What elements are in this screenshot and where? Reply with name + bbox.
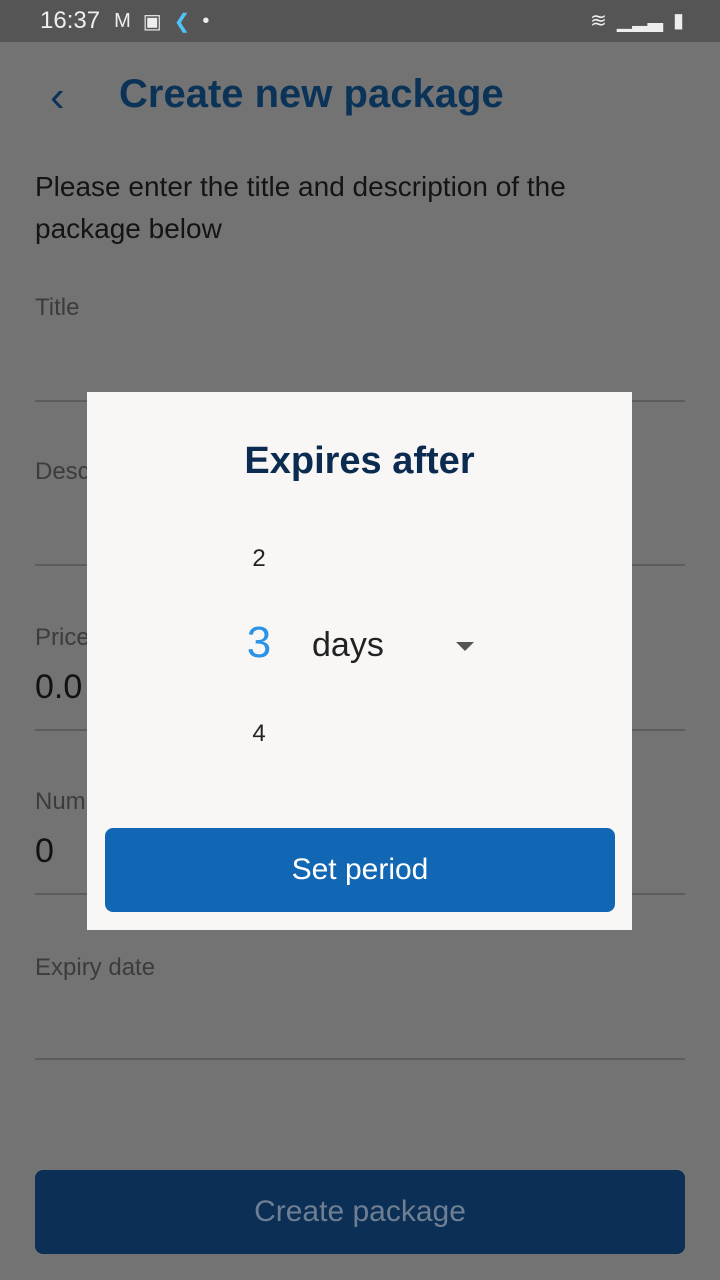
wifi-icon: ≋ bbox=[590, 10, 607, 32]
dialog-title: Expires after bbox=[244, 440, 475, 482]
status-time: 16:37 bbox=[40, 7, 101, 34]
field-label: Title bbox=[35, 294, 80, 321]
field-label: Desc bbox=[35, 458, 90, 485]
signal-icon: ▁▂▃ bbox=[616, 10, 663, 32]
picker-next-value[interactable]: 4 bbox=[239, 720, 279, 748]
title-field[interactable]: Title bbox=[35, 290, 685, 402]
expiry-date-field[interactable]: Expiry date bbox=[35, 950, 685, 1060]
intro-text: Please enter the title and description o… bbox=[35, 171, 566, 244]
dropdown-caret-icon[interactable] bbox=[456, 642, 474, 651]
unit-dropdown[interactable]: days bbox=[312, 626, 384, 665]
field-label: Num bbox=[35, 788, 86, 815]
create-package-button[interactable]: Create package bbox=[35, 1170, 685, 1254]
page-title: Create new package bbox=[119, 72, 504, 116]
field-value: 0.0 bbox=[35, 668, 83, 706]
gmail-icon: M bbox=[114, 9, 131, 32]
field-label: Price bbox=[35, 624, 90, 651]
battery-icon: ▮ bbox=[672, 10, 684, 32]
flutter-icon: ❮ bbox=[173, 10, 191, 33]
field-value: 0 bbox=[35, 832, 54, 870]
field-label: Expiry date bbox=[35, 954, 156, 981]
picker-selected-value[interactable]: 3 bbox=[229, 618, 289, 668]
dot-icon: • bbox=[202, 9, 210, 32]
picker-prev-value[interactable]: 2 bbox=[239, 545, 279, 573]
back-button[interactable]: ‹ bbox=[50, 72, 65, 122]
set-period-button[interactable]: Set period bbox=[105, 828, 615, 912]
gallery-icon: ▣ bbox=[142, 10, 162, 33]
status-bar: 16:37 M ▣ ❮ • ≋ ▁▂▃ ▮ bbox=[0, 0, 720, 42]
